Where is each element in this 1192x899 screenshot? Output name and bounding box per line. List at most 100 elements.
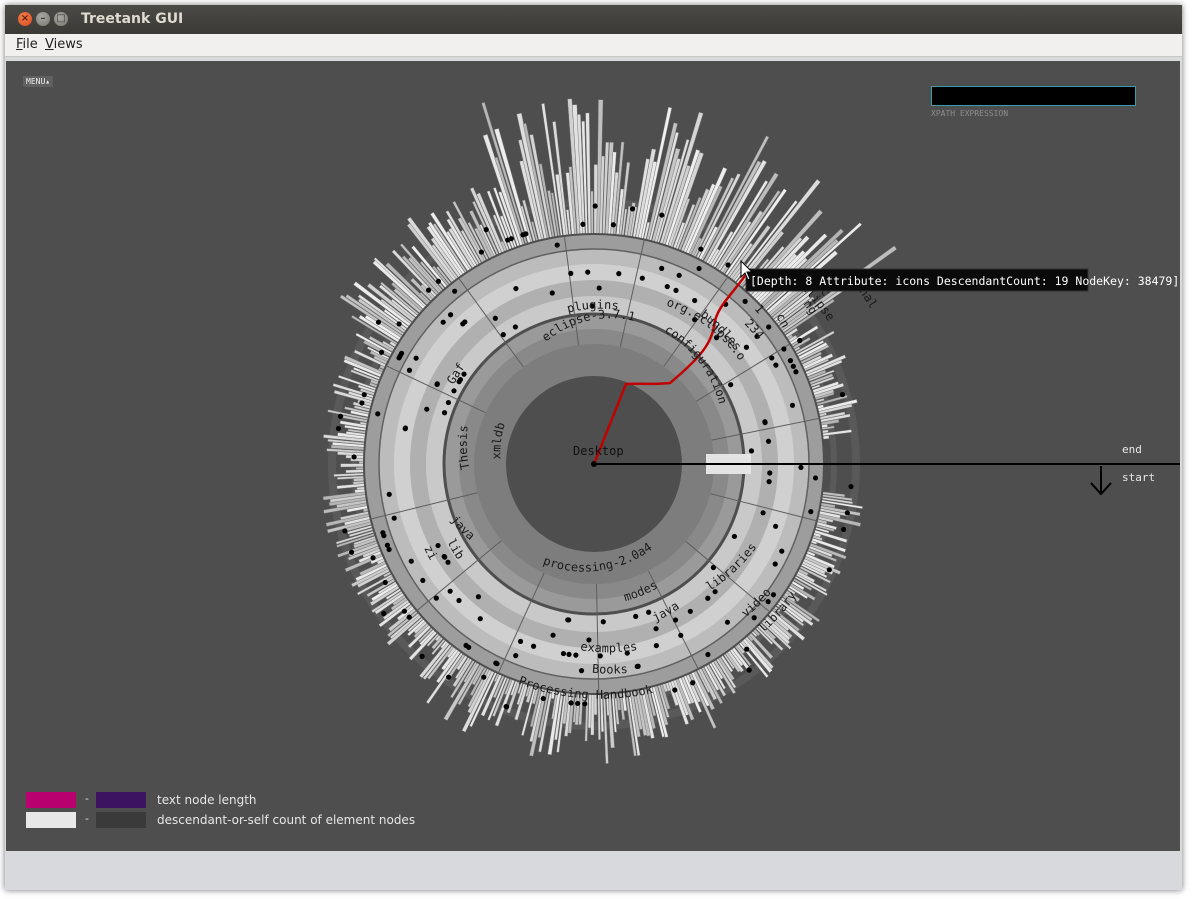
node-dot [494, 661, 500, 667]
node-dot [342, 528, 348, 534]
node-dot [767, 470, 773, 476]
node-dot [728, 382, 734, 388]
node-dot [744, 646, 750, 652]
node-dot [359, 400, 365, 406]
compare-end-label: end [1122, 443, 1142, 456]
node-dot [742, 298, 748, 304]
node-dot [566, 617, 572, 623]
root-label: Desktop [573, 444, 624, 458]
legend-descendant-count-label: descendant-or-self count of element node… [157, 813, 416, 827]
maximize-window-button[interactable]: □ [54, 12, 68, 26]
label-books: Books [592, 662, 629, 677]
legend-swatch-desc-to [96, 812, 146, 828]
legend-swatch-text-to [96, 792, 146, 808]
node-dot [351, 454, 357, 460]
node-dot [653, 642, 659, 649]
node-dot [396, 355, 402, 361]
leaf-segment [590, 190, 594, 237]
close-window-button[interactable]: × [18, 12, 32, 26]
node-dot [600, 619, 606, 625]
node-dot [419, 653, 425, 659]
node-dot [447, 312, 454, 318]
node-dot [370, 555, 376, 561]
leaf-segment [340, 463, 367, 468]
node-dot [513, 285, 519, 292]
node-dot [550, 632, 556, 638]
node-dot [766, 324, 772, 330]
node-dot [475, 594, 482, 600]
node-dot [687, 608, 693, 614]
node-dot [731, 533, 738, 540]
node-dot [848, 483, 854, 490]
node-dot [435, 278, 441, 284]
minimize-window-button[interactable]: – [36, 12, 50, 26]
node-dot [724, 619, 731, 625]
node-dot [433, 595, 439, 601]
node-dot [463, 642, 469, 649]
node-dot [530, 643, 537, 649]
node-dot [798, 464, 804, 471]
node-dot [540, 695, 546, 702]
menu-file[interactable]: File [16, 37, 38, 52]
window-title: Treetank GUI [81, 11, 184, 27]
node-dot [517, 638, 524, 644]
node-dot [481, 674, 487, 680]
node-dot [406, 367, 413, 373]
node-dot [406, 614, 412, 620]
legend-swatch-desc-from [26, 812, 76, 828]
node-dot [478, 249, 485, 255]
node-dot [554, 242, 560, 248]
node-dot [483, 227, 489, 233]
menu-views-label: iews [53, 37, 83, 52]
node-dot [503, 703, 509, 710]
node-dot [391, 515, 397, 521]
node-dot [840, 526, 847, 532]
node-dot [452, 288, 458, 294]
node-dot [773, 362, 779, 368]
node-dot [781, 346, 787, 352]
sunburst-svg: end start eclipse-3.7.1 configuration pl… [6, 61, 1180, 764]
sunburst-canvas[interactable]: MENU▴ XPATH EXPRESSION end start eclipse… [6, 61, 1180, 851]
node-dot [447, 588, 453, 594]
node-dot [797, 337, 803, 344]
menu-file-label: ile [22, 37, 38, 52]
node-tooltip: [Depth: 8 Attribute: icons DescendantCou… [745, 268, 1179, 292]
node-dot [629, 206, 636, 212]
node-dot [585, 269, 591, 275]
node-dot [639, 275, 645, 281]
menu-views[interactable]: Views [45, 37, 83, 52]
node-dot [348, 549, 355, 555]
node-dot [653, 626, 659, 632]
node-dot [779, 548, 785, 554]
node-dot [381, 532, 387, 539]
node-dot [434, 381, 440, 387]
node-dot [793, 369, 799, 375]
node-dot [566, 651, 572, 657]
node-dot [705, 595, 711, 601]
node-dot [592, 203, 598, 209]
node-dot [513, 653, 519, 659]
node-dot [401, 608, 408, 614]
node-dot [760, 510, 766, 516]
node-dot [408, 558, 414, 564]
root-node-dot [591, 461, 597, 467]
node-dot [500, 332, 506, 338]
node-dot [402, 426, 408, 432]
compare-start-label: start [1122, 471, 1155, 484]
node-dot [451, 388, 457, 394]
title-bar: × – □ Treetank GUI [5, 5, 1182, 34]
node-dot [826, 567, 832, 573]
node-dot [673, 287, 679, 293]
node-dot [378, 349, 385, 355]
node-dot [568, 700, 574, 706]
node-dot [512, 324, 519, 330]
node-dot [596, 285, 602, 291]
node-dot [361, 392, 367, 398]
legend-separator: - [85, 812, 89, 825]
node-dot [692, 297, 698, 304]
node-dot [582, 701, 588, 707]
node-dot [386, 491, 392, 497]
node-dot [396, 321, 402, 327]
node-dot [382, 579, 388, 586]
node-dot [766, 479, 772, 485]
